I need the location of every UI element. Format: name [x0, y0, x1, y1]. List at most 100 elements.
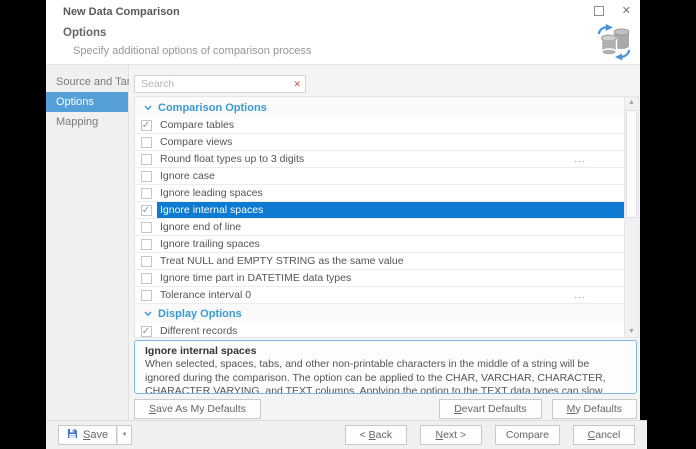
checkbox[interactable]: [141, 171, 152, 182]
ellipsis-button[interactable]: ...: [574, 289, 624, 301]
checkbox-cell: [135, 168, 157, 184]
close-icon[interactable]: ✕: [620, 2, 633, 19]
option-row[interactable]: Ignore trailing spaces: [135, 236, 624, 253]
option-row-body: Tolerance interval 0...: [157, 287, 624, 303]
new-data-comparison-dialog: New Data Comparison ✕ Options Specify ad…: [46, 0, 640, 449]
option-label: Ignore trailing spaces: [157, 238, 624, 250]
checkbox[interactable]: [141, 256, 152, 267]
data-comparison-icon: [595, 24, 633, 66]
options-pane: ✕ Comparison Options ✓ Compare tablesCompa…: [129, 65, 640, 420]
option-row-body: Ignore internal spaces: [157, 202, 624, 218]
maximize-button[interactable]: [594, 6, 604, 16]
chevron-down-icon: [144, 311, 152, 317]
option-label: Tolerance interval 0: [157, 289, 574, 301]
dialog-body: Source and TargetOptionsMapping ✕ Compar…: [46, 65, 640, 420]
section-header-comparison-options[interactable]: Comparison Options: [135, 101, 624, 115]
wizard-sidebar: Source and TargetOptionsMapping: [46, 65, 129, 420]
checkbox[interactable]: [141, 290, 152, 301]
option-row[interactable]: ✓ Compare tables: [135, 117, 624, 134]
option-row[interactable]: Round float types up to 3 digits...: [135, 151, 624, 168]
save-dropdown-arrow[interactable]: ▼: [117, 425, 132, 445]
option-description-text: When selected, spaces, tabs, and other n…: [145, 358, 626, 394]
section-title: Display Options: [158, 308, 242, 320]
window-title: New Data Comparison: [63, 6, 180, 18]
option-row-body: Compare views: [157, 134, 624, 150]
option-row[interactable]: ✓ Different records: [135, 323, 624, 337]
checkbox-cell: ✓: [135, 202, 157, 218]
sidebar-item-options[interactable]: Options: [46, 92, 128, 112]
option-row-body: Ignore leading spaces: [157, 185, 624, 201]
sidebar-item-mapping[interactable]: Mapping: [46, 112, 128, 132]
checkbox[interactable]: [141, 239, 152, 250]
option-label: Ignore leading spaces: [157, 187, 624, 199]
option-row-body: Compare tables: [157, 117, 624, 133]
checkbox[interactable]: ✓: [141, 205, 152, 216]
option-row-body: Ignore time part in DATETIME data types: [157, 270, 624, 286]
option-row[interactable]: ✓ Ignore internal spaces: [135, 202, 624, 219]
sidebar-item-source-and-target[interactable]: Source and Target: [46, 72, 128, 92]
scroll-down-icon[interactable]: ▼: [625, 328, 638, 335]
option-label: Ignore case: [157, 170, 624, 182]
checkbox[interactable]: [141, 188, 152, 199]
compare-button[interactable]: Compare: [495, 425, 560, 445]
page-title: Options: [63, 27, 106, 39]
search-input[interactable]: [139, 77, 293, 91]
checkbox-cell: [135, 270, 157, 286]
options-list: Comparison Options ✓ Compare tablesCompare…: [134, 96, 639, 338]
section-header-display-options[interactable]: Display Options: [135, 307, 624, 321]
checkbox[interactable]: [141, 273, 152, 284]
option-row-body: Different records: [157, 323, 624, 337]
cancel-button[interactable]: Cancel: [573, 425, 635, 445]
search-box: ✕: [134, 75, 306, 93]
option-label: Ignore end of line: [157, 221, 624, 233]
option-row-body: Ignore case: [157, 168, 624, 184]
wizard-nav-buttons: < Back Next > Compare Cancel: [345, 425, 635, 445]
save-split-button: Save ▼: [58, 425, 132, 445]
option-label: Different records: [157, 325, 624, 337]
option-row-body: Round float types up to 3 digits...: [157, 151, 624, 167]
scrollbar-thumb[interactable]: [626, 110, 637, 218]
save-button-label: Save: [83, 429, 108, 441]
options-list-items: Comparison Options ✓ Compare tablesCompare…: [135, 97, 624, 337]
option-row-body: Treat NULL and EMPTY STRING as the same …: [157, 253, 624, 269]
save-as-my-defaults-button[interactable]: Save As My Defaults: [134, 399, 261, 419]
checkbox[interactable]: ✓: [141, 326, 152, 337]
back-button[interactable]: < Back: [345, 425, 407, 445]
option-label: Round float types up to 3 digits: [157, 153, 574, 165]
option-label: Ignore internal spaces: [157, 204, 624, 216]
option-row[interactable]: Ignore time part in DATETIME data types: [135, 270, 624, 287]
option-description-title: Ignore internal spaces: [145, 345, 626, 357]
section-title: Comparison Options: [158, 102, 267, 114]
option-row[interactable]: Ignore case: [135, 168, 624, 185]
my-defaults-button[interactable]: My Defaults: [552, 399, 637, 419]
scroll-up-icon[interactable]: ▲: [625, 99, 638, 106]
checkbox-cell: [135, 236, 157, 252]
checkbox-cell: [135, 219, 157, 235]
checkbox-cell: [135, 134, 157, 150]
dialog-header: New Data Comparison ✕ Options Specify ad…: [46, 0, 640, 65]
clear-search-icon[interactable]: ✕: [293, 80, 301, 89]
checkbox[interactable]: [141, 222, 152, 233]
option-row[interactable]: Ignore end of line: [135, 219, 624, 236]
checkbox[interactable]: ✓: [141, 120, 152, 131]
checkbox[interactable]: [141, 137, 152, 148]
checkbox-cell: ✓: [135, 323, 157, 337]
option-row-body: Ignore trailing spaces: [157, 236, 624, 252]
option-label: Ignore time part in DATETIME data types: [157, 272, 624, 284]
checkbox[interactable]: [141, 154, 152, 165]
option-row[interactable]: Ignore leading spaces: [135, 185, 624, 202]
scrollbar[interactable]: ▲ ▼: [624, 97, 638, 337]
option-row[interactable]: Tolerance interval 0...: [135, 287, 624, 304]
option-description-panel: Ignore internal spaces When selected, sp…: [134, 340, 637, 394]
checkbox-cell: [135, 185, 157, 201]
ellipsis-button[interactable]: ...: [574, 153, 624, 165]
dialog-footer: Save ▼ < Back Next > Compare Cancel: [46, 420, 647, 449]
chevron-down-icon: [144, 105, 152, 111]
devart-defaults-button[interactable]: Devart Defaults: [439, 399, 541, 419]
option-row[interactable]: Treat NULL and EMPTY STRING as the same …: [135, 253, 624, 270]
save-button[interactable]: Save: [58, 425, 117, 445]
option-row[interactable]: Compare views: [135, 134, 624, 151]
next-button[interactable]: Next >: [420, 425, 482, 445]
checkbox-cell: [135, 253, 157, 269]
defaults-buttons-row: Save As My Defaults Devart Defaults My D…: [134, 399, 637, 419]
